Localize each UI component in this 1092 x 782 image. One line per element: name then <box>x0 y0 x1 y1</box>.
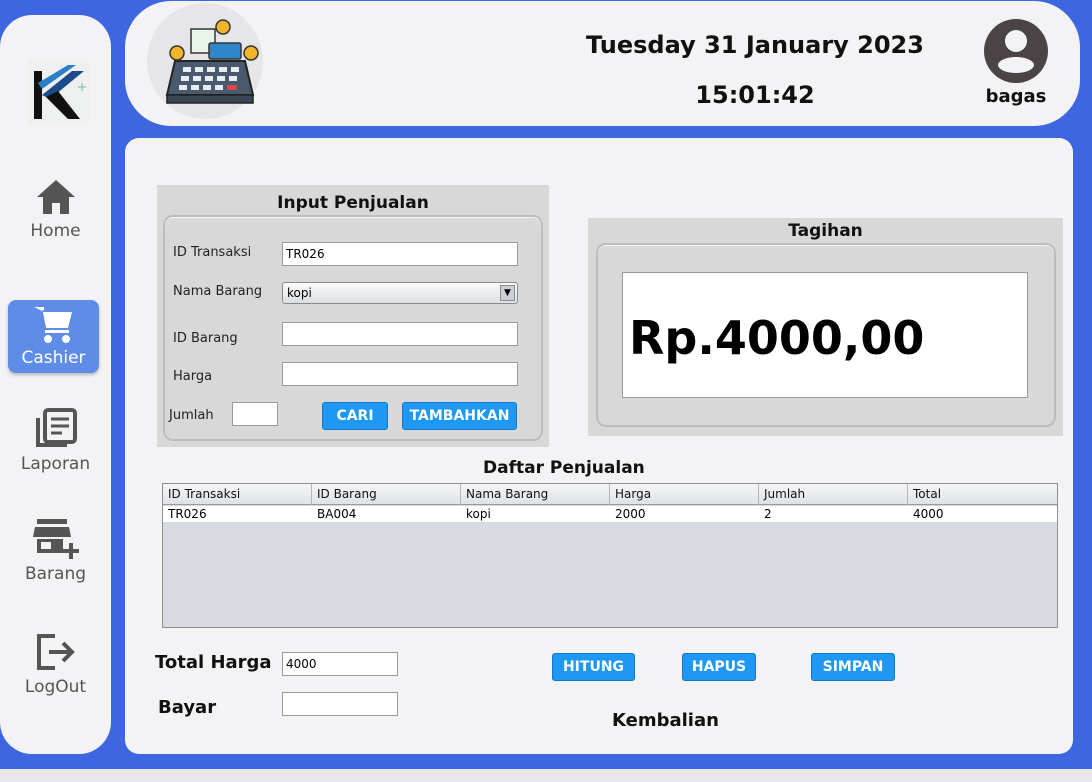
sidebar-item-label: Cashier <box>21 348 86 368</box>
column-header[interactable]: Jumlah <box>759 484 908 505</box>
id-transaksi-field[interactable]: TR026 <box>282 242 518 266</box>
column-header[interactable]: Harga <box>610 484 759 505</box>
table-cell: 2000 <box>615 507 646 521</box>
store-add-icon <box>0 517 111 564</box>
header-bar: Tuesday 31 January 2023 15:01:42 bagas <box>125 1 1080 126</box>
table-row[interactable]: TR026 BA004 kopi 2000 2 4000 <box>163 506 1057 522</box>
current-date: Tuesday 31 January 2023 <box>586 31 924 59</box>
logout-icon <box>0 632 111 677</box>
sidebar-item-cashier[interactable]: Cashier <box>8 300 99 373</box>
sidebar-item-barang[interactable]: Barang <box>0 517 111 584</box>
sidebar-item-label: Laporan <box>20 454 91 474</box>
table-cell: kopi <box>466 507 491 521</box>
column-header[interactable]: ID Transaksi <box>163 484 312 505</box>
username-label: bagas <box>985 86 1047 107</box>
chevron-down-icon[interactable]: ▼ <box>500 285 515 301</box>
column-header[interactable]: ID Barang <box>312 484 461 505</box>
panel-title: Tagihan <box>788 221 863 241</box>
id-barang-label: ID Barang <box>173 331 238 346</box>
bayar-field[interactable] <box>282 692 398 716</box>
sidebar-item-logout[interactable]: LogOut <box>0 632 111 697</box>
cart-icon <box>32 304 76 348</box>
bottom-strip <box>0 769 1092 782</box>
nama-barang-selected: kopi <box>287 286 312 300</box>
tagihan-display: Rp.4000,00 <box>622 272 1028 398</box>
nama-barang-select[interactable]: kopi ▼ <box>282 282 518 304</box>
total-harga-label: Total Harga <box>155 652 272 673</box>
harga-field[interactable] <box>282 362 518 386</box>
cash-register-icon <box>147 3 263 119</box>
user-avatar-icon[interactable] <box>981 19 1051 83</box>
table-cell: 2 <box>764 507 772 521</box>
cari-button[interactable]: CARI <box>322 402 388 430</box>
table-cell: 4000 <box>913 507 944 521</box>
jumlah-field[interactable] <box>232 402 278 426</box>
simpan-button[interactable]: SIMPAN <box>811 653 895 681</box>
hitung-button[interactable]: HITUNG <box>552 653 635 681</box>
jumlah-label: Jumlah <box>169 408 214 423</box>
input-penjualan-panel: Input Penjualan ID Transaksi TR026 Nama … <box>157 185 549 447</box>
tagihan-panel: Tagihan Rp.4000,00 <box>588 218 1063 436</box>
nama-barang-label: Nama Barang <box>173 284 263 299</box>
kembalian-label: Kembalian <box>612 710 719 731</box>
panel-title: Input Penjualan <box>277 193 429 213</box>
id-barang-field[interactable] <box>282 322 518 346</box>
table-cell: BA004 <box>317 507 357 521</box>
harga-label: Harga <box>173 369 213 384</box>
column-header[interactable]: Nama Barang <box>461 484 610 505</box>
bayar-label: Bayar <box>158 697 217 718</box>
hapus-button[interactable]: HAPUS <box>682 653 756 681</box>
report-icon <box>0 407 111 454</box>
sidebar-item-laporan[interactable]: Laporan <box>0 407 111 474</box>
id-transaksi-label: ID Transaksi <box>173 245 252 260</box>
sidebar: Home Cashier Laporan Barang LogOut <box>0 15 111 754</box>
column-header[interactable]: Total <box>908 484 1057 505</box>
home-icon <box>0 178 111 221</box>
app-logo <box>28 61 90 123</box>
total-harga-field[interactable]: 4000 <box>282 652 398 676</box>
daftar-penjualan-title: Daftar Penjualan <box>483 458 645 478</box>
current-time: 15:01:42 <box>695 81 815 109</box>
table-cell: TR026 <box>168 507 207 521</box>
sidebar-item-label: LogOut <box>24 677 87 697</box>
tambahkan-button[interactable]: TAMBAHKAN <box>402 402 517 430</box>
tagihan-amount: Rp.4000,00 <box>629 311 925 365</box>
sidebar-item-label: Barang <box>24 564 87 584</box>
table-header: ID Transaksi ID Barang Nama Barang Harga… <box>163 484 1057 505</box>
sidebar-item-label: Home <box>30 221 81 241</box>
sidebar-item-home[interactable]: Home <box>0 178 111 241</box>
sales-table[interactable]: ID Transaksi ID Barang Nama Barang Harga… <box>162 483 1058 628</box>
